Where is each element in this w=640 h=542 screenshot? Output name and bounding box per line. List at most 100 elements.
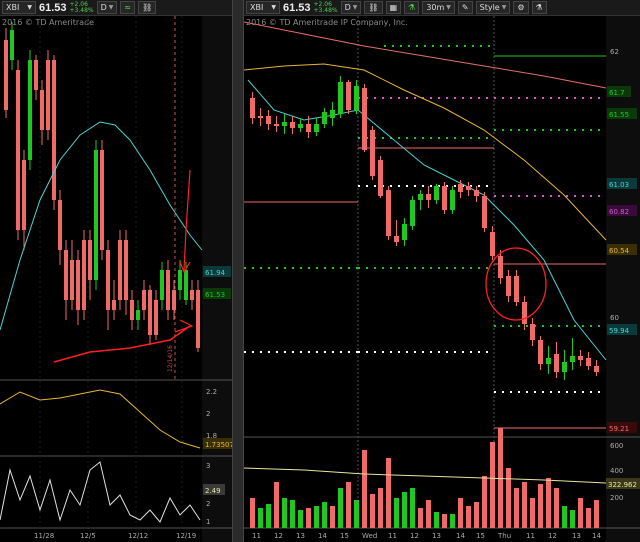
grid-icon: ▦ [389,3,398,12]
right-volume-bar [378,488,383,528]
right-candle-body [274,124,279,126]
left-candle-body [118,240,122,300]
left-candle-body [10,30,14,60]
right-volume-bar [410,488,415,528]
left-candle-body [112,300,116,310]
left-osc2-line [0,461,201,523]
right-x-tick: Wed [362,532,377,540]
right-candle-body [530,324,535,340]
right-candle-body [370,130,375,176]
right-x-tick: 12 [548,532,557,540]
right-price-tick-62: 62 [610,48,619,56]
right-drawing-tool-button[interactable]: ✎ [457,1,473,14]
left-arrowhead-annotation [179,261,191,274]
right-candle-body [450,190,455,210]
left-ema-line [0,121,203,331]
left-candle-body [82,240,86,310]
left-symbol-selector[interactable]: XBI ▼ [2,1,36,14]
right-symbol-text: XBI [250,3,264,12]
left-link-button[interactable]: ⛓ [138,1,157,14]
left-osc1-line [0,389,201,449]
right-x-tick: 12 [410,532,419,540]
right-candle-body [578,356,583,360]
right-volume-tick-600: 600 [610,442,623,450]
right-sma-mid-line [244,63,607,241]
right-flask-button[interactable]: ⚗ [531,1,547,14]
left-candle-body [34,60,38,90]
right-candle-body [306,124,311,132]
left-date-annotation: 12/14/16 [167,345,174,372]
right-candle-body [490,232,495,256]
right-candle-body [562,362,567,372]
right-candle-body [410,200,415,226]
left-drawing-tool-button[interactable]: ≈ [120,1,136,14]
right-candle-body [466,186,471,190]
right-chart-canvas: 62 60 61.7 61.55 61.03 60.82 60.54 59.94 59.21 60… [244,16,640,542]
right-volume-bar [362,450,367,528]
right-price-label-p7: 59.21 [609,425,629,433]
left-chart-pane[interactable]: XBI ▼ 61.53 +2.06 +3.48% D ▼ ≈ ⛓ 2016 © T… [0,0,232,542]
right-candle-body [346,82,351,110]
right-x-tick: 11 [526,532,535,540]
right-symbol-selector[interactable]: XBI ▼ [246,1,280,14]
left-candle-body [178,270,182,290]
right-x-tick: 15 [476,532,485,540]
right-style-button[interactable]: Style ▼ [475,1,511,14]
right-last-price: 61.53 [283,1,311,14]
right-aggregation-button[interactable]: D ▼ [340,1,362,14]
link-icon: ⛓ [368,3,379,12]
right-x-tick: 11 [388,532,397,540]
right-x-tick: 14 [592,532,601,540]
right-price-label-p3-bg [607,178,637,189]
right-candle-body [298,124,303,128]
right-interval-label: 30m [426,3,445,12]
right-price-label-p1-bg [607,86,631,97]
right-price-label-p6-bg [607,324,637,335]
link-icon: ⛓ [142,3,153,12]
chevron-down-icon: ▼ [108,4,114,11]
left-price-label-upper: 61.94 [205,269,226,277]
right-volume-bar [298,510,303,528]
right-volume-bar [466,506,471,528]
right-volume-bar [450,514,455,528]
left-candle-body [28,60,32,160]
left-candle-body [166,270,170,310]
right-volume-value: 322.962 [608,481,637,489]
left-aggregation-button[interactable]: D ▼ [96,1,118,14]
pane-splitter-handle[interactable] [232,0,244,542]
left-osc1-tick-3: 1.8 [206,432,217,440]
right-volume-bar [530,498,535,528]
left-candle-body [196,290,200,348]
right-studies-button[interactable]: ⚗ [404,1,420,14]
left-price-change: +2.06 +3.48% [69,1,94,14]
right-volume-bar [322,502,327,528]
right-volume-bar [258,508,263,528]
right-volume-tick-400: 400 [610,467,623,475]
left-candle-body [76,260,80,310]
left-candle-body [4,40,8,110]
right-style-label: Style [479,3,500,12]
left-candle-body [190,290,194,300]
right-candle-body [330,110,335,118]
right-volume-bar [274,482,279,528]
right-chart-pane[interactable]: XBI ▼ 61.53 +2.06 +3.48% D ▼ ⛓ ▦ ⚗ 30m ▼ ✎… [244,0,640,542]
right-volume-bar [506,468,511,528]
right-volume-bar [394,498,399,528]
right-layout-button[interactable]: ▦ [385,1,402,14]
right-volume-bar [426,500,431,528]
right-price-label-p2: 61.55 [609,111,629,119]
left-candle-body [22,160,26,230]
chevron-down-icon: ▼ [271,4,276,11]
right-volume-bar [250,498,255,528]
right-link-button[interactable]: ⛓ [364,1,383,14]
right-price-axis [606,16,640,542]
flask-icon: ⚗ [408,3,416,12]
right-candle-body [394,236,399,242]
left-change-pct: +3.48% [69,6,94,14]
right-volume-bar [434,512,439,528]
right-settings-button[interactable]: ⚙ [513,1,529,14]
left-candle-body [142,290,146,310]
right-watermark: 2016 © TD Ameritrade IP Company, Inc. [246,18,408,27]
right-interval-button[interactable]: 30m ▼ [422,1,455,14]
chevron-down-icon: ▼ [352,4,358,11]
